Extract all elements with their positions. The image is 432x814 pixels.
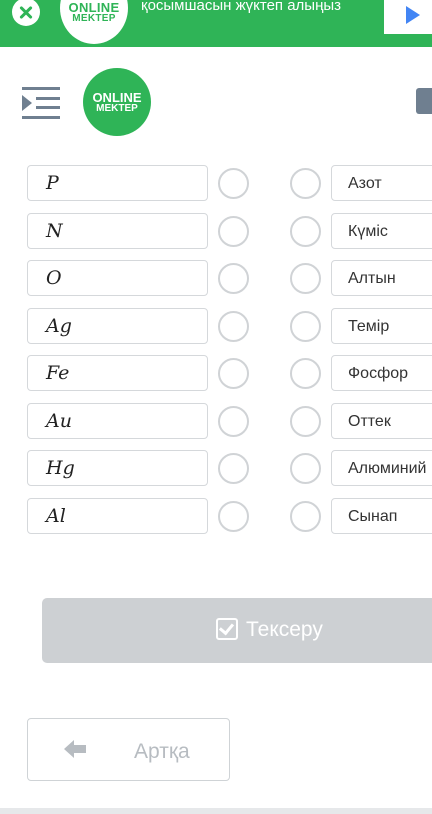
right-item-label: Сынап xyxy=(348,508,398,525)
right-radio[interactable] xyxy=(290,453,321,484)
banner-text: қосымшасын жүктеп алыңыз xyxy=(141,0,342,14)
right-item[interactable]: Алтын xyxy=(331,260,432,296)
google-play-icon xyxy=(406,6,420,24)
match-row: N Күміс xyxy=(0,213,432,253)
left-item[interactable]: Fe xyxy=(27,355,208,391)
right-radio[interactable] xyxy=(290,263,321,294)
right-item[interactable]: Алюминий xyxy=(331,450,432,486)
right-item-label: Алюминий xyxy=(348,460,427,477)
left-item[interactable]: Al xyxy=(27,498,208,534)
close-banner-icon[interactable] xyxy=(12,0,40,26)
right-radio[interactable] xyxy=(290,216,321,247)
right-item-label: Күміс xyxy=(348,223,388,240)
right-radio[interactable] xyxy=(290,406,321,437)
banner-logo: ONLINE MEKTEP xyxy=(60,0,128,44)
left-item-label: Al xyxy=(46,505,66,527)
left-item-label: N xyxy=(46,220,63,242)
right-item[interactable]: Оттек xyxy=(331,403,432,439)
banner-logo-line2: MEKTEP xyxy=(72,13,116,24)
site-logo[interactable]: ONLINE MEKTEP xyxy=(83,68,151,136)
left-item-label: O xyxy=(46,267,62,289)
right-item[interactable]: Темір xyxy=(331,308,432,344)
match-row: O Алтын xyxy=(0,260,432,300)
back-button-label: Артқа xyxy=(134,740,190,763)
match-row: Ag Темір xyxy=(0,308,432,348)
left-item-label: Hg xyxy=(46,457,75,479)
left-radio[interactable] xyxy=(218,358,249,389)
left-item[interactable]: N xyxy=(27,213,208,249)
left-radio[interactable] xyxy=(218,501,249,532)
match-row: Hg Алюминий xyxy=(0,450,432,490)
check-button-label: Тексеру xyxy=(246,618,323,641)
match-row: Al Сынап xyxy=(0,498,432,538)
left-item-label: P xyxy=(46,172,59,194)
right-item[interactable]: Фосфор xyxy=(331,355,432,391)
right-item[interactable]: Азот xyxy=(331,165,432,201)
right-radio[interactable] xyxy=(290,358,321,389)
right-radio[interactable] xyxy=(290,168,321,199)
right-item-label: Алтын xyxy=(348,270,396,287)
left-item[interactable]: Ag xyxy=(27,308,208,344)
right-item[interactable]: Сынап xyxy=(331,498,432,534)
right-radio[interactable] xyxy=(290,311,321,342)
right-radio[interactable] xyxy=(290,501,321,532)
left-item[interactable]: P xyxy=(27,165,208,201)
left-item[interactable]: O xyxy=(27,260,208,296)
check-button[interactable]: Тексеру xyxy=(42,598,432,663)
list-icon[interactable] xyxy=(416,88,432,114)
left-radio[interactable] xyxy=(218,168,249,199)
match-row: Au Оттек xyxy=(0,403,432,443)
arrow-left-icon xyxy=(64,740,86,758)
left-radio[interactable] xyxy=(218,453,249,484)
google-play-button[interactable] xyxy=(384,0,432,34)
match-row: P Азот xyxy=(0,165,432,205)
menu-toggle-icon[interactable] xyxy=(22,86,62,120)
right-item-label: Темір xyxy=(348,318,390,335)
left-item[interactable]: Au xyxy=(27,403,208,439)
match-row: Fe Фосфор xyxy=(0,355,432,395)
app-download-banner: ONLINE MEKTEP қосымшасын жүктеп алыңыз xyxy=(0,0,432,47)
left-item-label: Ag xyxy=(46,315,72,337)
left-radio[interactable] xyxy=(218,406,249,437)
checkbox-check-icon xyxy=(216,618,238,640)
left-radio[interactable] xyxy=(218,311,249,342)
left-item-label: Au xyxy=(46,410,72,432)
bottom-bar xyxy=(0,808,432,814)
left-item[interactable]: Hg xyxy=(27,450,208,486)
right-item[interactable]: Күміс xyxy=(331,213,432,249)
left-item-label: Fe xyxy=(46,362,70,384)
left-radio[interactable] xyxy=(218,216,249,247)
right-item-label: Фосфор xyxy=(348,365,409,382)
right-item-label: Оттек xyxy=(348,413,391,430)
right-item-label: Азот xyxy=(348,175,382,192)
site-logo-line2: MEKTEP xyxy=(96,103,138,114)
left-radio[interactable] xyxy=(218,263,249,294)
back-button[interactable]: Артқа xyxy=(27,718,230,781)
